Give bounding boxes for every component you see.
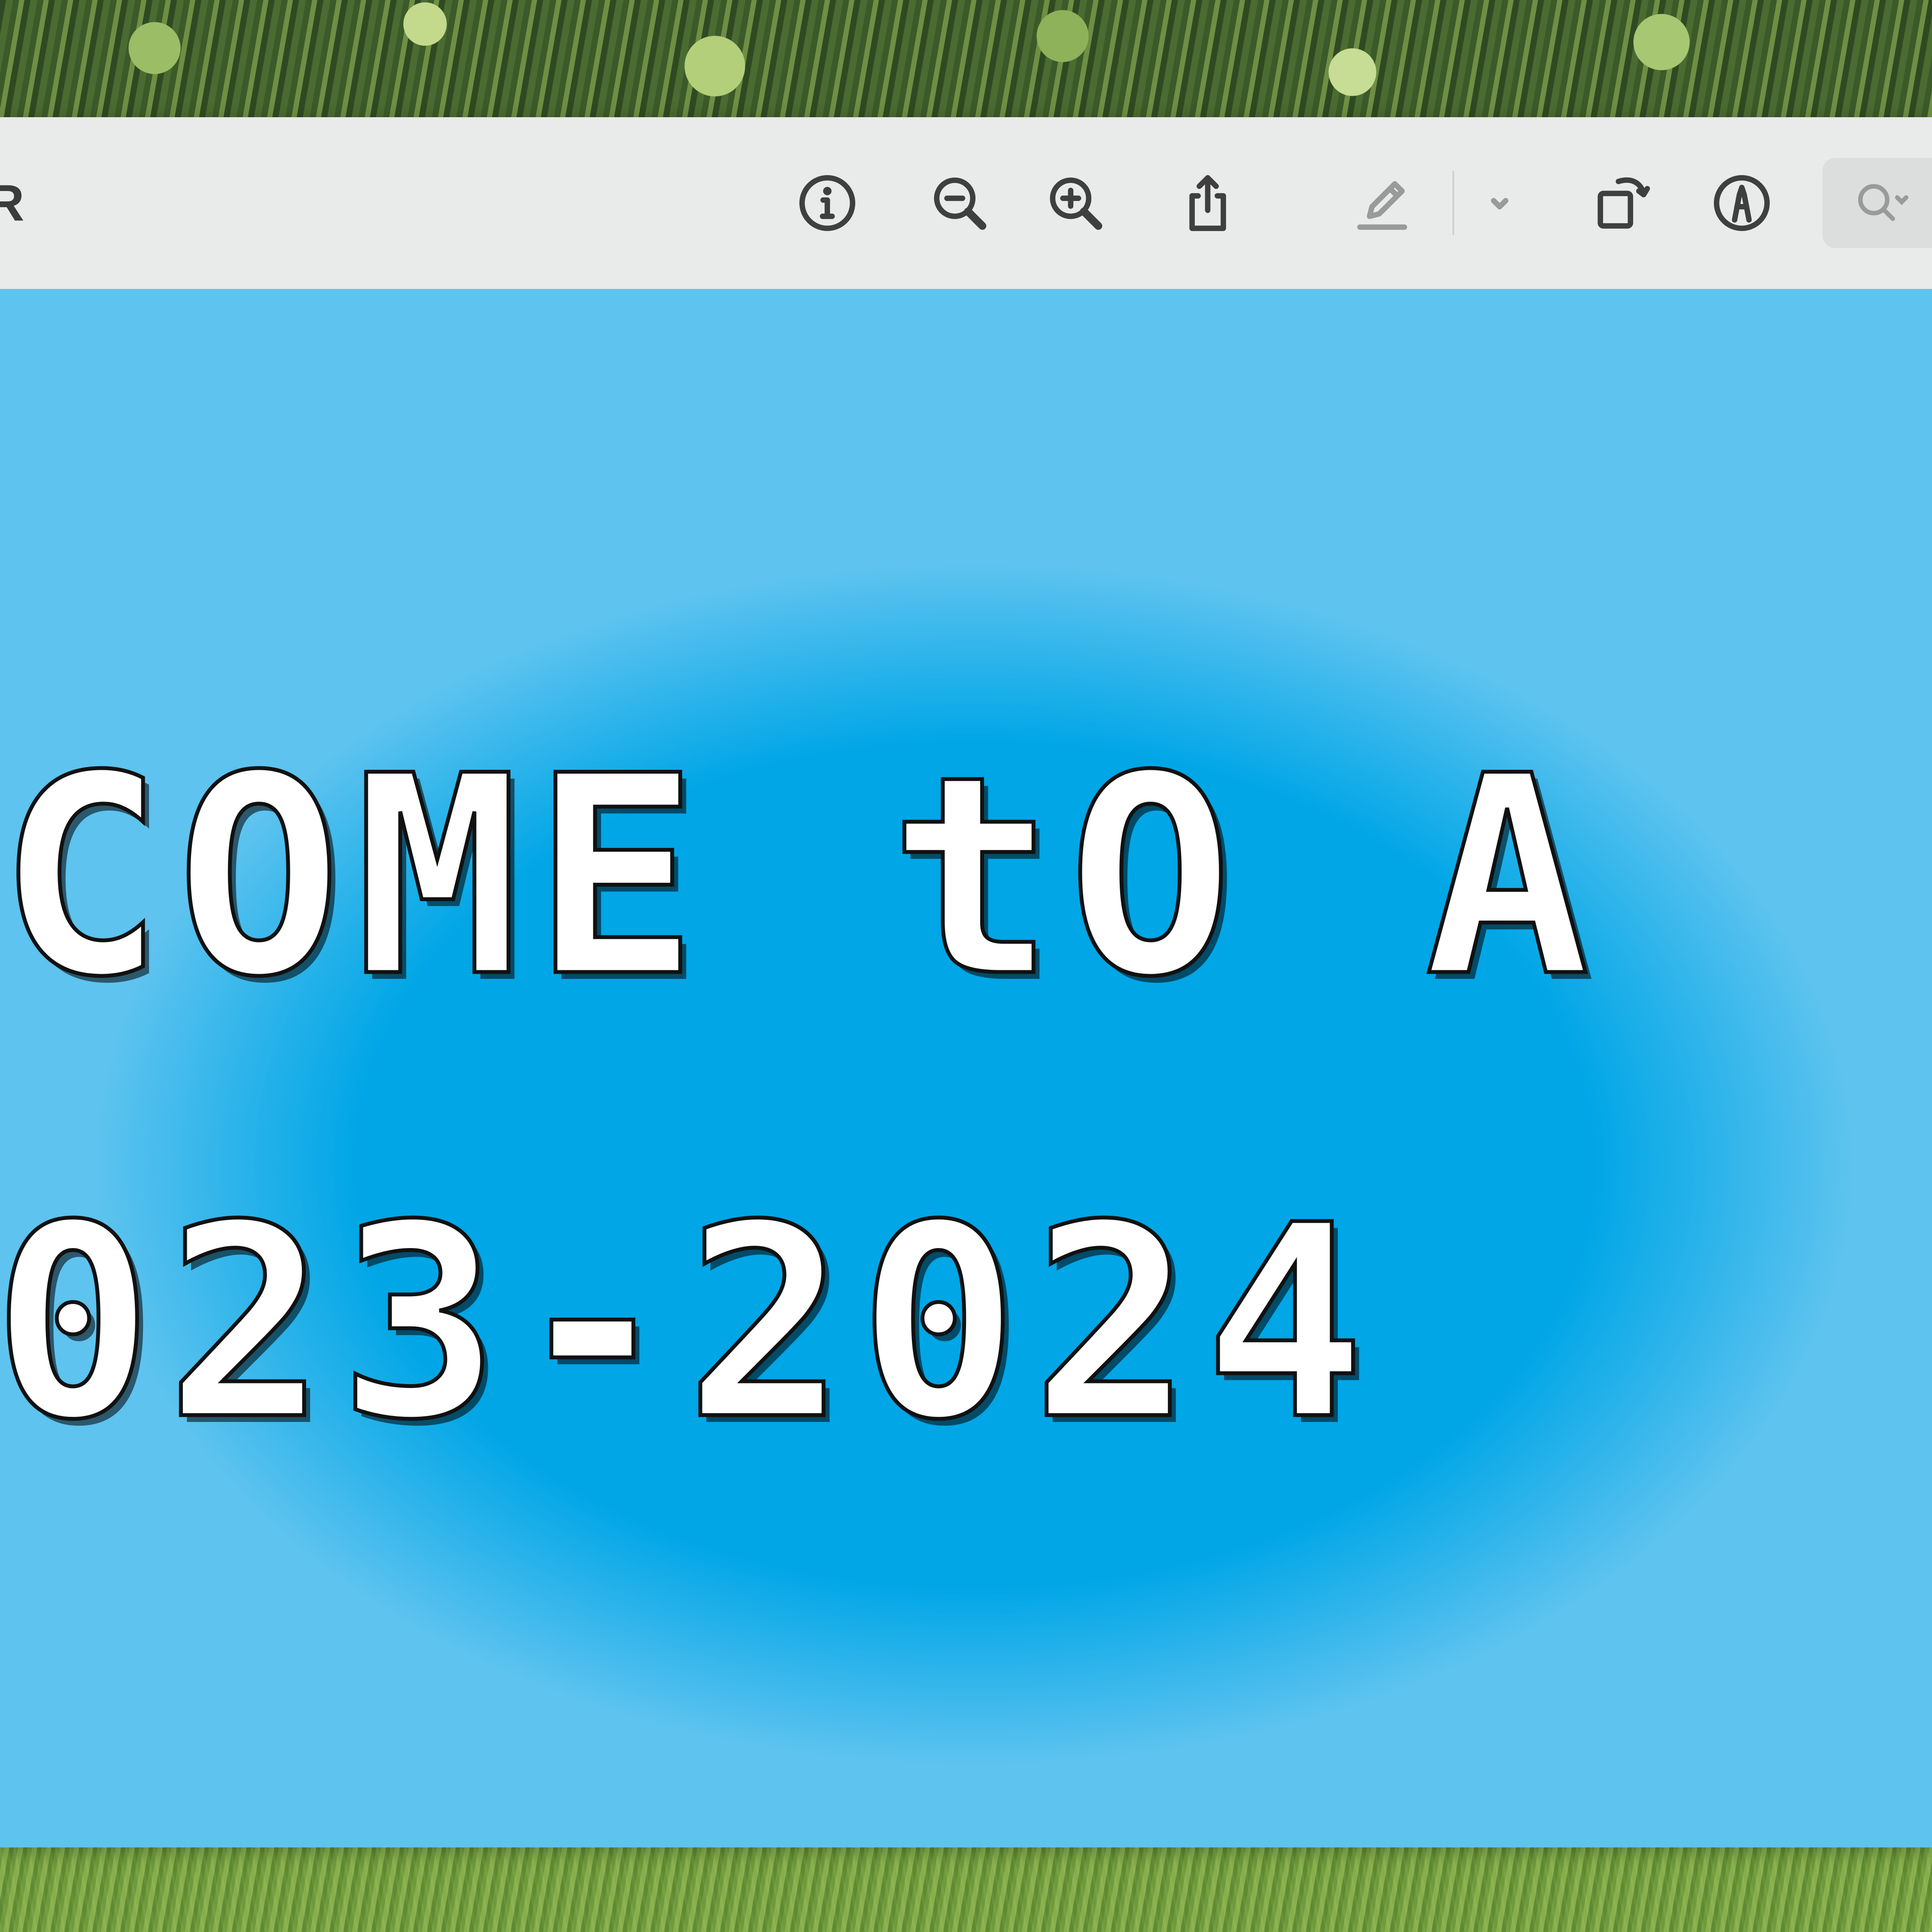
markup-pen-icon [1713,175,1770,231]
toolbar: R [0,117,1932,290]
background-grass [0,1846,1932,1932]
pencil-icon [1357,181,1407,230]
info-icon [799,175,856,231]
share-button[interactable] [1171,167,1244,240]
search-icon [1858,184,1908,221]
zoom-out-button[interactable] [923,167,996,240]
slide-heading-welcome: LCOME tO A [0,717,1603,1037]
background-trees [0,0,1932,120]
info-button[interactable] [791,167,864,240]
highlight-button[interactable] [1345,167,1418,240]
window-title: R [0,174,24,232]
slide-heading-years: 2023-2024 [0,1169,1378,1478]
search-button[interactable] [1823,158,1932,248]
zoom-in-button[interactable] [1039,167,1112,240]
zoom-out-icon [934,177,987,230]
zoom-in-icon [1050,177,1103,230]
toolbar-divider [1452,171,1454,235]
slide-canvas: LCOME tO A 2023-2024 [0,289,1932,1847]
markup-button[interactable] [1705,167,1778,240]
highlight-menu-button[interactable] [1463,167,1536,240]
preview-window: R COME tO A 023-2024 [0,117,1932,1847]
rotate-button[interactable] [1586,167,1659,240]
share-icon [1189,175,1226,231]
chevron-down-icon [1491,198,1509,210]
rotate-icon [1598,177,1650,229]
